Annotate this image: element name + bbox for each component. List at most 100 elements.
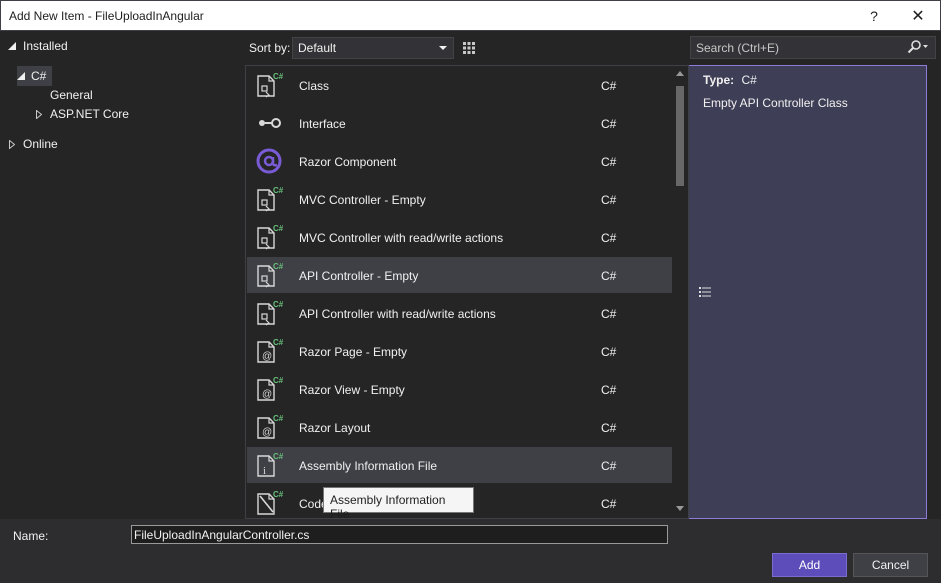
template-category-tree: Installed C# General ASP.NET Core Online xyxy=(0,31,245,519)
template-item-language: C# xyxy=(601,269,617,283)
template-item-row[interactable]: C# MVC Controller - Empty C# xyxy=(247,181,672,217)
details-type-value: C# xyxy=(741,73,757,87)
medium-icons-view-button[interactable] xyxy=(458,37,480,59)
bottom-bar: Name: Add Cancel xyxy=(0,519,941,583)
svg-text:C#: C# xyxy=(273,414,283,423)
tree-node-general-label: General xyxy=(50,88,93,102)
details-pane: Type: C# Empty API Controller Class xyxy=(690,65,941,519)
expanded-arrow-icon[interactable] xyxy=(17,72,25,80)
template-item-row[interactable]: Interface C# xyxy=(247,105,672,141)
details-type: Type: C# xyxy=(703,73,757,87)
template-item-name: API Controller - Empty xyxy=(299,269,419,283)
tree-node-aspnetcore[interactable]: ASP.NET Core xyxy=(36,104,129,124)
tree-node-aspnetcore-label: ASP.NET Core xyxy=(50,107,129,121)
template-item-language: C# xyxy=(601,117,617,131)
controller-icon: C# xyxy=(257,300,283,326)
help-button[interactable]: ? xyxy=(851,1,897,31)
template-item-name: Assembly Information File xyxy=(299,459,438,473)
template-item-language: C# xyxy=(601,345,617,359)
expanded-arrow-icon[interactable] xyxy=(8,42,16,50)
scrollbar-thumb[interactable] xyxy=(676,86,684,186)
controller-icon: C# xyxy=(257,262,283,288)
razor-layout-icon: @C# xyxy=(257,414,283,439)
scroll-up-icon[interactable] xyxy=(676,71,684,76)
template-item-language: C# xyxy=(601,193,617,207)
details-type-label: Type: xyxy=(703,73,735,87)
svg-text:C#: C# xyxy=(273,338,283,347)
template-item-name: Class xyxy=(299,79,330,93)
sort-by-label: Sort by: xyxy=(249,41,291,55)
tree-node-online[interactable]: Online xyxy=(9,134,58,154)
sort-by-dropdown[interactable]: Default xyxy=(292,37,454,59)
search-icon[interactable] xyxy=(907,40,929,54)
template-item-name: Razor Page - Empty xyxy=(299,345,408,359)
template-item-language: C# xyxy=(601,459,617,473)
template-item-name: MVC Controller - Empty xyxy=(299,193,426,207)
vertical-scrollbar[interactable] xyxy=(672,66,688,518)
svg-text:i: i xyxy=(263,465,266,477)
collapsed-arrow-icon[interactable] xyxy=(9,139,15,149)
collapsed-arrow-icon[interactable] xyxy=(36,109,42,119)
template-item-language: C# xyxy=(601,421,617,435)
svg-text:@: @ xyxy=(262,389,272,400)
template-item-name: API Controller with read/write actions xyxy=(299,307,496,321)
svg-text:C#: C# xyxy=(273,72,283,81)
grid-view-icon xyxy=(463,42,475,54)
svg-text:C#: C# xyxy=(273,300,283,309)
search-input[interactable]: Search (Ctrl+E) xyxy=(690,36,936,59)
template-list[interactable]: C# Class C# Interface C# Razor Component C# C# M… xyxy=(245,65,689,519)
svg-text:@: @ xyxy=(262,427,272,438)
assembly-info-icon: i C# xyxy=(257,452,283,477)
tree-node-installed-label: Installed xyxy=(23,39,68,53)
template-item-row[interactable]: i C# Assembly Information File C# xyxy=(247,447,672,483)
sort-by-value: Default xyxy=(298,41,337,55)
name-field[interactable] xyxy=(131,525,668,544)
svg-text:C#: C# xyxy=(273,262,283,271)
scroll-down-icon[interactable] xyxy=(676,506,684,511)
controller-icon: C# xyxy=(257,186,283,212)
template-item-language: C# xyxy=(601,497,617,511)
razor-view-icon: @C# xyxy=(257,376,283,401)
template-item-name: Razor View - Empty xyxy=(299,383,405,397)
svg-text:C#: C# xyxy=(273,490,283,499)
tree-node-installed[interactable]: Installed xyxy=(8,36,68,56)
title-bar: Add New Item - FileUploadInAngular ? ✕ xyxy=(0,0,941,31)
tree-node-csharp-label: C# xyxy=(31,69,47,83)
template-item-row[interactable]: @ C# Razor View - Empty C# xyxy=(247,371,672,407)
search-placeholder: Search (Ctrl+E) xyxy=(696,41,780,55)
details-description: Empty API Controller Class xyxy=(703,96,848,110)
svg-text:C#: C# xyxy=(273,186,283,195)
template-item-row[interactable]: @ C# Razor Layout C# xyxy=(247,409,672,445)
template-item-row[interactable]: C# Class C# xyxy=(247,67,672,103)
cancel-button[interactable]: Cancel xyxy=(853,553,928,577)
controller-icon: C# xyxy=(257,224,283,250)
tree-node-general[interactable]: General xyxy=(50,85,93,105)
class-icon: C# xyxy=(257,72,283,98)
tree-node-online-label: Online xyxy=(23,137,58,151)
razor-page-icon: @C# xyxy=(257,338,283,363)
template-item-name: Razor Layout xyxy=(299,421,371,435)
close-button[interactable]: ✕ xyxy=(895,1,941,31)
razor-component-icon xyxy=(256,148,282,174)
template-item-language: C# xyxy=(601,79,617,93)
item-tooltip: Assembly Information File xyxy=(323,487,474,521)
template-item-name: MVC Controller with read/write actions xyxy=(299,231,504,245)
template-item-name: Razor Component xyxy=(299,155,397,169)
template-item-row[interactable]: C# API Controller - Empty C# xyxy=(247,257,672,293)
template-item-row[interactable]: @ C# Razor Page - Empty C# xyxy=(247,333,672,369)
svg-text:@: @ xyxy=(262,351,272,362)
code-analysis-icon: C# xyxy=(257,490,283,515)
svg-text:C#: C# xyxy=(273,376,283,385)
template-item-row[interactable]: Razor Component C# xyxy=(247,143,672,179)
svg-text:C#: C# xyxy=(273,452,283,461)
template-item-language: C# xyxy=(601,307,617,321)
template-item-row[interactable]: C# MVC Controller with read/write actions… xyxy=(247,219,672,255)
interface-icon xyxy=(259,118,281,128)
template-item-row[interactable]: C# API Controller with read/write actions… xyxy=(247,295,672,331)
window-title: Add New Item - FileUploadInAngular xyxy=(9,9,204,23)
template-item-name: Interface xyxy=(299,117,346,131)
tree-node-csharp[interactable]: C# xyxy=(17,66,53,86)
template-item-language: C# xyxy=(601,155,617,169)
template-item-language: C# xyxy=(601,383,617,397)
add-button[interactable]: Add xyxy=(772,553,847,577)
